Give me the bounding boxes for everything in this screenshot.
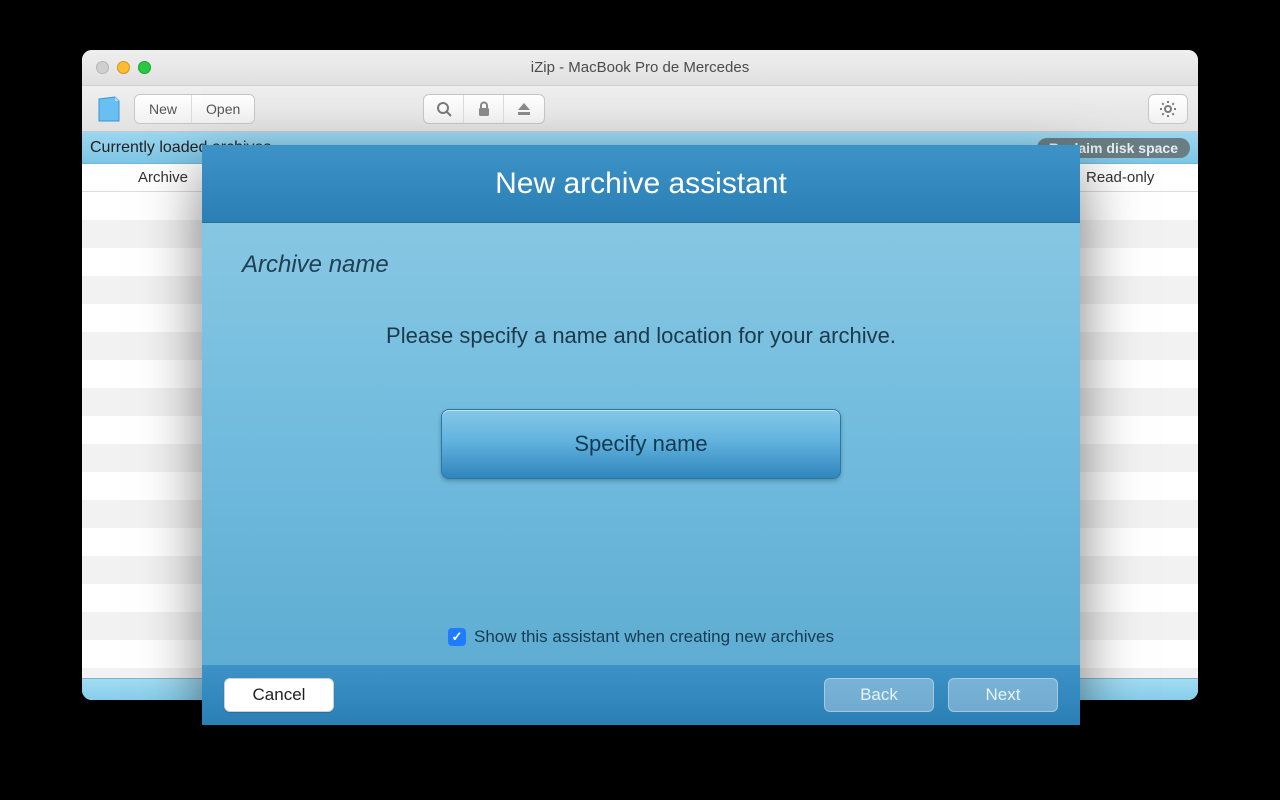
- settings-button[interactable]: [1148, 94, 1188, 124]
- next-button[interactable]: Next: [948, 678, 1058, 712]
- titlebar: iZip - MacBook Pro de Mercedes: [82, 50, 1198, 86]
- dialog-title: New archive assistant: [202, 145, 1080, 223]
- back-button[interactable]: Back: [824, 678, 934, 712]
- show-assistant-checkbox[interactable]: ✓: [448, 628, 466, 646]
- show-assistant-row: ✓ Show this assistant when creating new …: [202, 627, 1080, 647]
- window-title: iZip - MacBook Pro de Mercedes: [531, 59, 749, 76]
- open-button[interactable]: Open: [192, 95, 254, 123]
- show-assistant-label: Show this assistant when creating new ar…: [474, 627, 834, 647]
- step-prompt: Please specify a name and location for y…: [242, 323, 1040, 349]
- dialog-footer: Cancel Back Next: [202, 665, 1080, 725]
- close-window-button[interactable]: [96, 61, 109, 74]
- new-open-segment: New Open: [134, 94, 255, 124]
- column-readonly[interactable]: Read-only: [1073, 164, 1198, 191]
- app-icon: [92, 92, 126, 126]
- eject-icon[interactable]: [504, 95, 544, 123]
- cancel-button[interactable]: Cancel: [224, 678, 334, 712]
- toolbar: New Open: [82, 86, 1198, 132]
- toolbar-icon-group: [423, 94, 545, 124]
- new-button[interactable]: New: [135, 95, 192, 123]
- zoom-window-button[interactable]: [138, 61, 151, 74]
- specify-name-button[interactable]: Specify name: [441, 409, 841, 479]
- search-icon[interactable]: [424, 95, 464, 123]
- step-subtitle: Archive name: [242, 251, 1040, 279]
- new-archive-assistant-dialog: New archive assistant Archive name Pleas…: [202, 145, 1080, 725]
- lock-icon[interactable]: [464, 95, 504, 123]
- dialog-body: Archive name Please specify a name and l…: [202, 223, 1080, 665]
- minimize-window-button[interactable]: [117, 61, 130, 74]
- gear-icon: [1159, 100, 1177, 118]
- window-controls: [96, 61, 151, 74]
